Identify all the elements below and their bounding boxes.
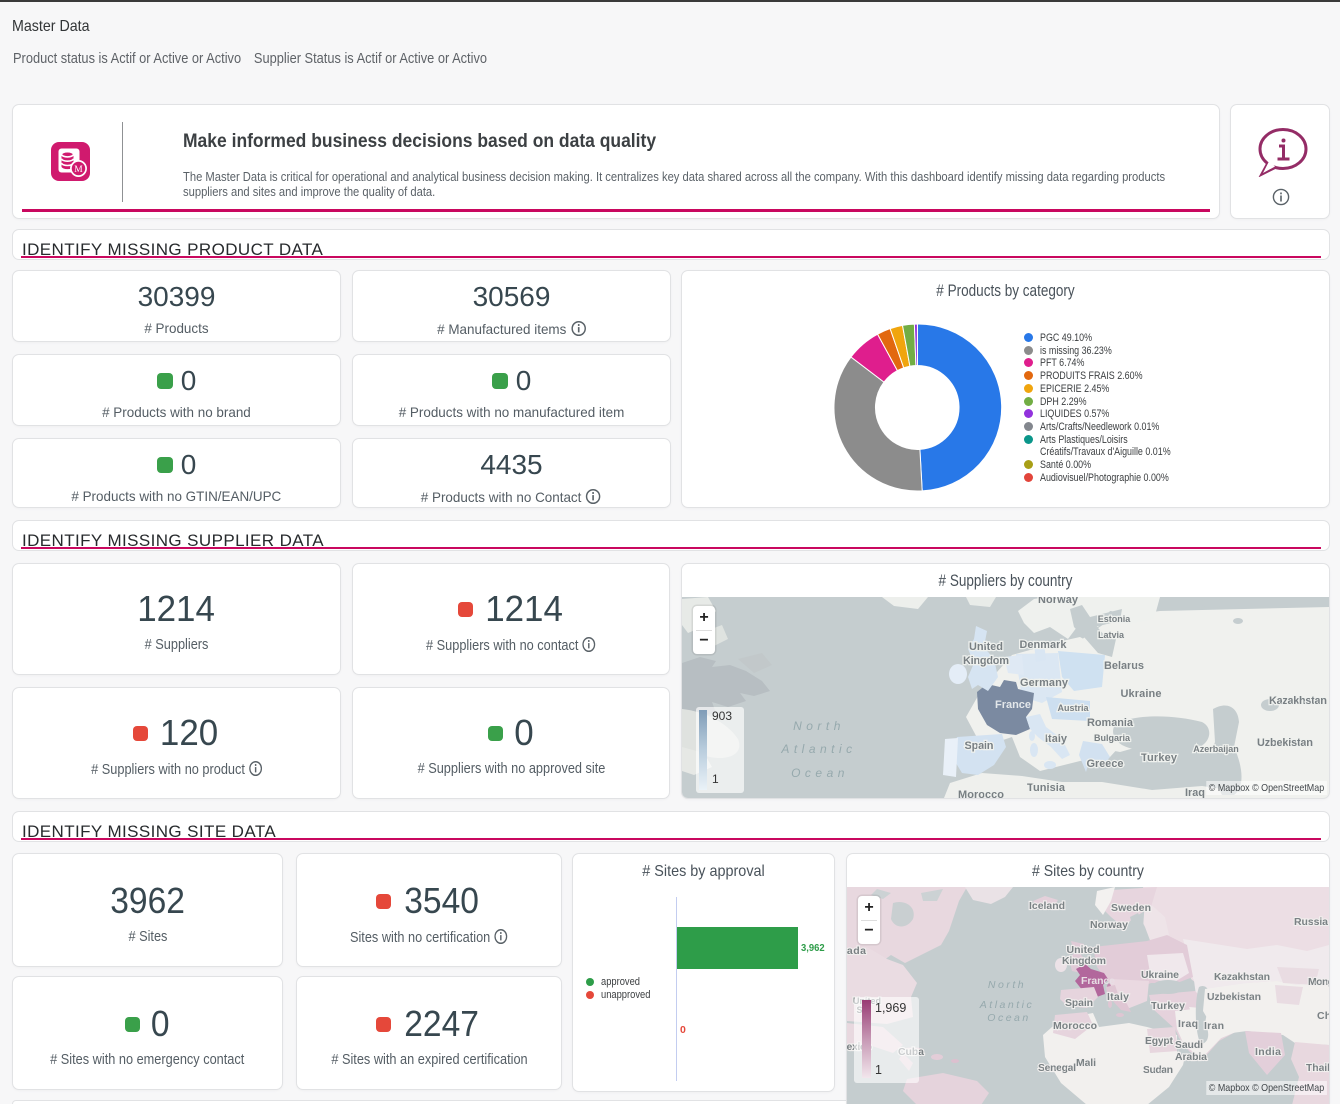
svg-text:nada: nada: [847, 945, 866, 957]
svg-text:United: United: [969, 641, 1003, 653]
svg-text:Italy: Italy: [1045, 733, 1068, 745]
svg-text:Kazakhstan: Kazakhstan: [1269, 695, 1327, 707]
svg-text:Sweden: Sweden: [1111, 902, 1151, 914]
svg-text:Ukraine: Ukraine: [1141, 969, 1179, 981]
svg-text:Russia: Russia: [1294, 916, 1328, 928]
svg-text:Romania: Romania: [1087, 717, 1134, 729]
svg-text:India: India: [1255, 1046, 1281, 1058]
svg-text:France: France: [995, 699, 1031, 711]
svg-text:Spain: Spain: [965, 740, 994, 752]
svg-text:Germany: Germany: [1020, 677, 1069, 689]
svg-text:Turkey: Turkey: [1151, 1000, 1185, 1012]
svg-text:Egypt: Egypt: [1145, 1035, 1174, 1047]
svg-text:Estonia: Estonia: [1098, 614, 1132, 624]
svg-text:Uzbekistan: Uzbekistan: [1207, 991, 1261, 1003]
svg-text:Turkey: Turkey: [1141, 752, 1178, 764]
svg-text:Mali: Mali: [1076, 1057, 1096, 1069]
svg-text:Denmark: Denmark: [1020, 639, 1068, 651]
svg-text:Iceland: Iceland: [1029, 900, 1065, 912]
svg-text:Arabia: Arabia: [1175, 1051, 1207, 1063]
svg-text:Morocco: Morocco: [1053, 1020, 1097, 1032]
svg-text:Ukraine: Ukraine: [1121, 688, 1162, 700]
svg-text:Belarus: Belarus: [1104, 660, 1144, 672]
svg-text:Iran: Iran: [1204, 1020, 1224, 1032]
svg-text:Thailan: Thailan: [1306, 1062, 1329, 1074]
svg-text:Iraq: Iraq: [1185, 787, 1205, 798]
svg-text:Norway: Norway: [1090, 919, 1128, 931]
svg-text:China: China: [1317, 1010, 1329, 1022]
svg-text:France: France: [1081, 975, 1115, 987]
svg-text:Saudi: Saudi: [1175, 1039, 1203, 1051]
svg-text:Kazakhstan: Kazakhstan: [1214, 971, 1270, 983]
svg-text:Greece: Greece: [1087, 758, 1124, 770]
svg-text:Kingdom: Kingdom: [1062, 955, 1106, 967]
svg-text:Mongo: Mongo: [1308, 976, 1329, 988]
svg-text:Norway: Norway: [1038, 597, 1079, 606]
svg-text:Morocco: Morocco: [958, 789, 1004, 798]
svg-text:Azerbaijan: Azerbaijan: [1193, 744, 1239, 754]
svg-text:M: M: [74, 165, 83, 175]
svg-text:Italy: Italy: [1107, 991, 1129, 1003]
svg-text:Iraq: Iraq: [1178, 1018, 1198, 1030]
svg-text:Tunisia: Tunisia: [1027, 782, 1066, 794]
svg-text:Bulgaria: Bulgaria: [1094, 733, 1131, 743]
svg-text:Kingdom: Kingdom: [963, 655, 1009, 667]
svg-text:Austria: Austria: [1057, 703, 1089, 713]
svg-text:Senegal: Senegal: [1038, 1062, 1076, 1074]
svg-text:Uzbekistan: Uzbekistan: [1257, 737, 1313, 749]
svg-text:Spain: Spain: [1065, 997, 1093, 1009]
svg-text:Sudan: Sudan: [1143, 1064, 1173, 1076]
svg-text:Latvia: Latvia: [1098, 630, 1125, 640]
